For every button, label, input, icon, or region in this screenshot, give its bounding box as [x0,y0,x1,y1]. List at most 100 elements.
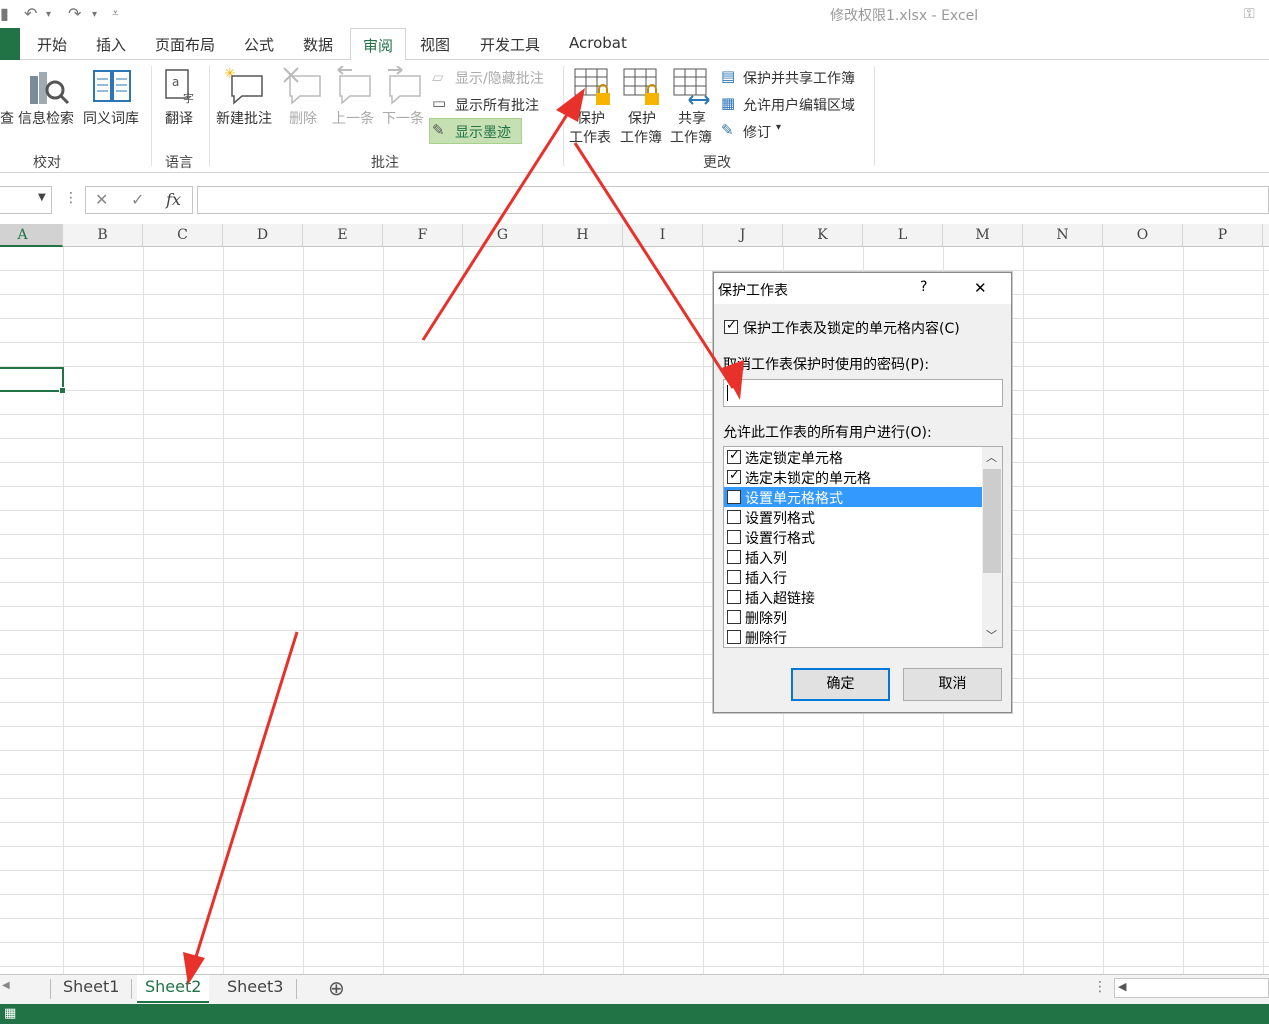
tab-review[interactable]: 审阅 [350,28,407,61]
column-header-p[interactable]: P [1183,224,1263,247]
protect-workbook-label-2[interactable]: 工作簿 [620,127,662,147]
show-ink-button[interactable]: 显示墨迹 [455,122,511,142]
list-scrollbar[interactable]: ︿ ﹀ [982,447,1002,647]
sheet-tab-sheet1[interactable]: Sheet1 [63,975,119,1003]
translate-button[interactable]: 翻译 [165,108,193,128]
list-item[interactable]: 设置列格式 [724,507,982,527]
column-header-j[interactable]: J [703,224,783,247]
protect-contents-checkbox[interactable] [724,318,738,334]
column-header-l[interactable]: L [863,224,943,247]
share-workbook-icon[interactable] [673,68,713,108]
column-header-f[interactable]: F [383,224,463,247]
tab-page-layout[interactable]: 页面布局 [155,34,215,55]
column-header-h[interactable]: H [543,224,623,247]
thesaurus-icon[interactable] [92,68,132,104]
column-header-e[interactable]: E [303,224,383,247]
list-item[interactable]: 插入列 [724,547,982,567]
tab-acrobat[interactable]: Acrobat [569,34,627,52]
list-item[interactable]: 选定未锁定的单元格 [724,467,982,487]
redo-icon[interactable]: ↷ [68,4,81,23]
column-header-d[interactable]: D [223,224,303,247]
tab-data[interactable]: 数据 [303,34,333,55]
save-icon[interactable]: ▮ [0,4,9,23]
permission-checkbox[interactable] [727,530,741,544]
translate-icon[interactable]: a 字 [163,68,199,106]
customize-toolbar-icon[interactable]: ⩡ [112,6,119,21]
track-changes-button[interactable]: 修订 [743,122,771,142]
protect-sheet-label-1[interactable]: 保护 [577,108,605,128]
scroll-up-icon[interactable]: ︿ [986,449,997,465]
permission-checkbox[interactable] [727,570,741,584]
tab-home[interactable]: 开始 [37,34,67,55]
enter-icon[interactable]: ✓ [131,190,144,209]
name-box[interactable]: ▼ [0,186,52,214]
list-item[interactable]: 设置单元格格式 [724,487,982,507]
list-item[interactable]: 插入行 [724,567,982,587]
permission-checkbox[interactable] [727,468,741,484]
undo-icon[interactable]: ↶ [24,4,37,23]
research-button[interactable]: 信息检索 [18,108,74,128]
dialog-help-button[interactable]: ? [920,279,927,295]
tab-insert[interactable]: 插入 [96,34,126,55]
track-changes-dropdown-icon[interactable]: ▾ [776,122,781,133]
tab-formulas[interactable]: 公式 [244,34,274,55]
column-header-i[interactable]: I [623,224,703,247]
protect-share-button[interactable]: 保护并共享工作簿 [743,68,855,88]
column-header-m[interactable]: M [943,224,1023,247]
column-header-n[interactable]: N [1023,224,1103,247]
column-header-o[interactable]: O [1103,224,1183,247]
scroll-sheets-left-icon[interactable]: ◀ [2,980,10,991]
name-box-dropdown-icon[interactable]: ▼ [38,192,46,203]
worksheet-grid[interactable] [0,247,1269,974]
active-cell[interactable] [0,367,66,394]
tab-developer[interactable]: 开发工具 [480,34,540,55]
macro-record-icon[interactable]: ▦ [4,1006,16,1021]
share-workbook-label-2[interactable]: 工作簿 [670,127,712,147]
column-header-a[interactable]: A [0,224,63,247]
allow-edit-ranges-button[interactable]: 允许用户编辑区域 [743,95,855,115]
protect-sheet-icon[interactable] [574,68,614,108]
sheet-tab-sheet3[interactable]: Sheet3 [227,975,283,1003]
permission-checkbox[interactable] [727,610,741,624]
protect-workbook-icon[interactable] [623,68,663,108]
scrollbar-thumb[interactable] [983,469,1001,573]
list-item[interactable]: 删除行 [724,627,982,647]
list-item[interactable]: 设置行格式 [724,527,982,547]
protect-workbook-label-1[interactable]: 保护 [628,108,656,128]
password-input[interactable] [723,379,1003,407]
scroll-down-icon[interactable]: ﹀ [986,627,997,643]
tab-split-handle-icon[interactable]: ⋮ [1093,979,1107,995]
permission-checkbox[interactable] [727,510,741,524]
column-header-b[interactable]: B [63,224,143,247]
column-header-c[interactable]: C [143,224,223,247]
thesaurus-button[interactable]: 同义词库 [83,108,139,128]
column-header-g[interactable]: G [463,224,543,247]
horizontal-scrollbar[interactable]: ◀ [1114,978,1269,998]
research-icon[interactable] [28,68,70,106]
new-sheet-icon[interactable]: ⊕ [328,976,345,1000]
scroll-left-icon[interactable]: ◀ [1118,980,1126,993]
formula-input[interactable] [197,186,1269,214]
list-item[interactable]: 选定锁定单元格 [724,447,982,467]
permission-checkbox[interactable] [727,630,741,644]
cancel-button[interactable]: 取消 [903,668,1002,701]
protect-sheet-label-2[interactable]: 工作表 [569,127,611,147]
ok-button[interactable]: 确定 [791,668,890,701]
share-workbook-label-1[interactable]: 共享 [678,108,706,128]
new-comment-icon[interactable]: ✳ [224,66,266,106]
list-item[interactable]: 插入超链接 [724,587,982,607]
permission-checkbox[interactable] [727,590,741,604]
redo-dropdown-icon[interactable]: ▾ [92,9,97,20]
new-comment-button[interactable]: 新建批注 [216,108,272,128]
file-tab[interactable] [0,28,20,60]
insert-function-icon[interactable]: fx [166,190,181,209]
undo-dropdown-icon[interactable]: ▾ [46,9,51,20]
permission-checkbox[interactable] [727,550,741,564]
show-all-comments-button[interactable]: 显示所有批注 [455,95,539,115]
list-item[interactable]: 删除列 [724,607,982,627]
permission-checkbox[interactable] [727,490,741,504]
dialog-close-button[interactable]: ✕ [974,279,987,297]
column-header-k[interactable]: K [783,224,863,247]
cancel-icon[interactable]: ✕ [95,190,108,209]
permission-checkbox[interactable] [727,448,741,464]
